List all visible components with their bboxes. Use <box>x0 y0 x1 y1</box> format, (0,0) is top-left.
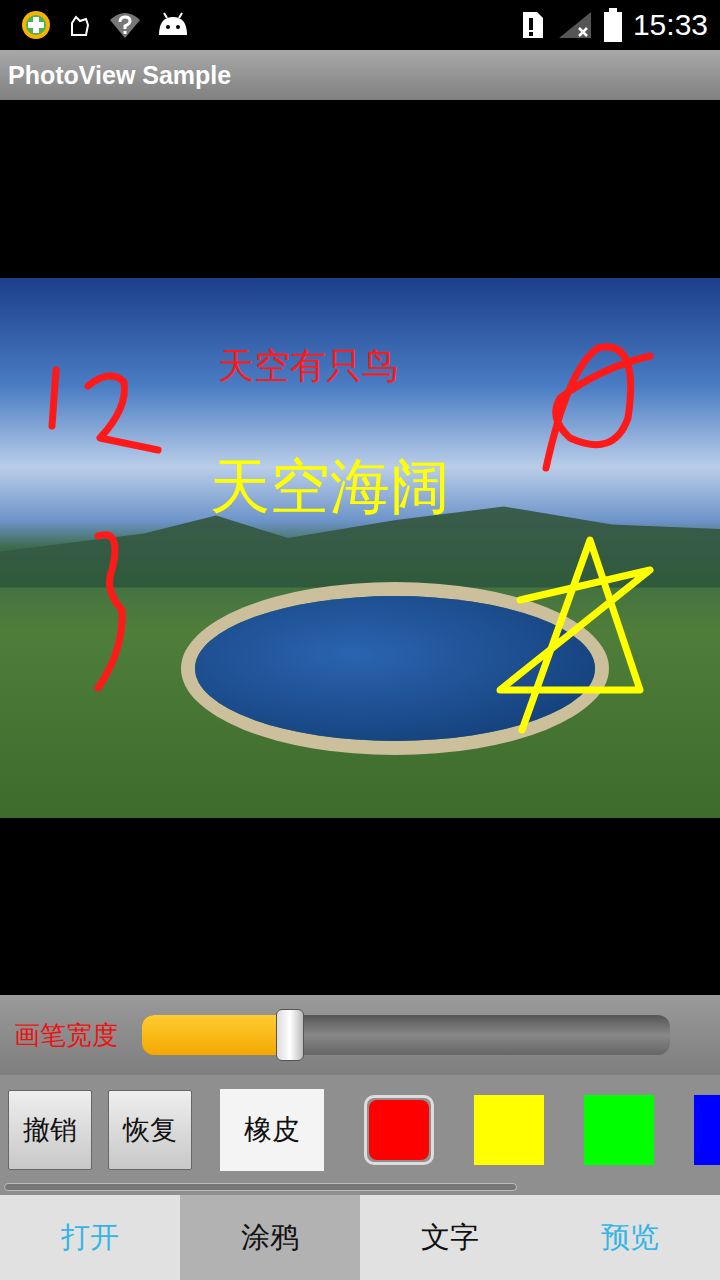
horizontal-scrollbar[interactable] <box>4 1183 517 1191</box>
slider-fill <box>142 1015 290 1055</box>
brush-width-bar: 画笔宽度 <box>0 995 720 1075</box>
tab[interactable]: 预览 <box>540 1195 720 1280</box>
tool-row: 撤销恢复 橡皮 <box>0 1075 720 1195</box>
color-swatch[interactable] <box>584 1095 654 1165</box>
color-swatch[interactable] <box>474 1095 544 1165</box>
tool-button[interactable]: 撤销 <box>8 1090 92 1170</box>
hand-icon <box>66 11 94 39</box>
clock: 15:33 <box>633 8 708 42</box>
status-bar: 15:33 <box>0 0 720 50</box>
signal-icon <box>557 10 593 40</box>
tab[interactable]: 文字 <box>360 1195 540 1280</box>
photo[interactable]: 天空有只鸟天空海阔 <box>0 278 720 818</box>
color-swatch[interactable] <box>694 1095 720 1165</box>
android-icon <box>156 11 190 39</box>
swatch-fill <box>369 1100 429 1160</box>
tab[interactable]: 打开 <box>0 1195 180 1280</box>
window-title: PhotoView Sample <box>8 61 231 90</box>
brush-width-label: 画笔宽度 <box>14 1018 118 1053</box>
color-swatch[interactable] <box>364 1095 434 1165</box>
swatch-fill <box>694 1095 720 1165</box>
app: 15:33 PhotoView Sample 天空有只鸟天空海阔 画笔宽度 撤销… <box>0 0 720 1280</box>
canvas-area[interactable]: 天空有只鸟天空海阔 <box>0 100 720 995</box>
slider-thumb[interactable] <box>276 1009 304 1061</box>
title-bar: PhotoView Sample <box>0 50 720 100</box>
tab[interactable]: 涂鸦 <box>180 1195 360 1280</box>
battery-icon <box>603 8 623 42</box>
app-plus-icon <box>20 9 52 41</box>
swatch-fill <box>474 1095 544 1165</box>
brush-width-slider[interactable] <box>142 1015 670 1055</box>
tab-bar: 打开涂鸦文字预览 <box>0 1195 720 1280</box>
eraser-button[interactable]: 橡皮 <box>220 1089 324 1171</box>
wifi-question-icon <box>108 10 142 40</box>
swatch-fill <box>584 1095 654 1165</box>
sim-alert-icon <box>521 10 547 40</box>
text-annotation[interactable]: 天空有只鸟 <box>218 348 398 384</box>
text-annotation[interactable]: 天空海阔 <box>210 456 450 516</box>
lake <box>195 596 595 741</box>
tool-button[interactable]: 恢复 <box>108 1090 192 1170</box>
